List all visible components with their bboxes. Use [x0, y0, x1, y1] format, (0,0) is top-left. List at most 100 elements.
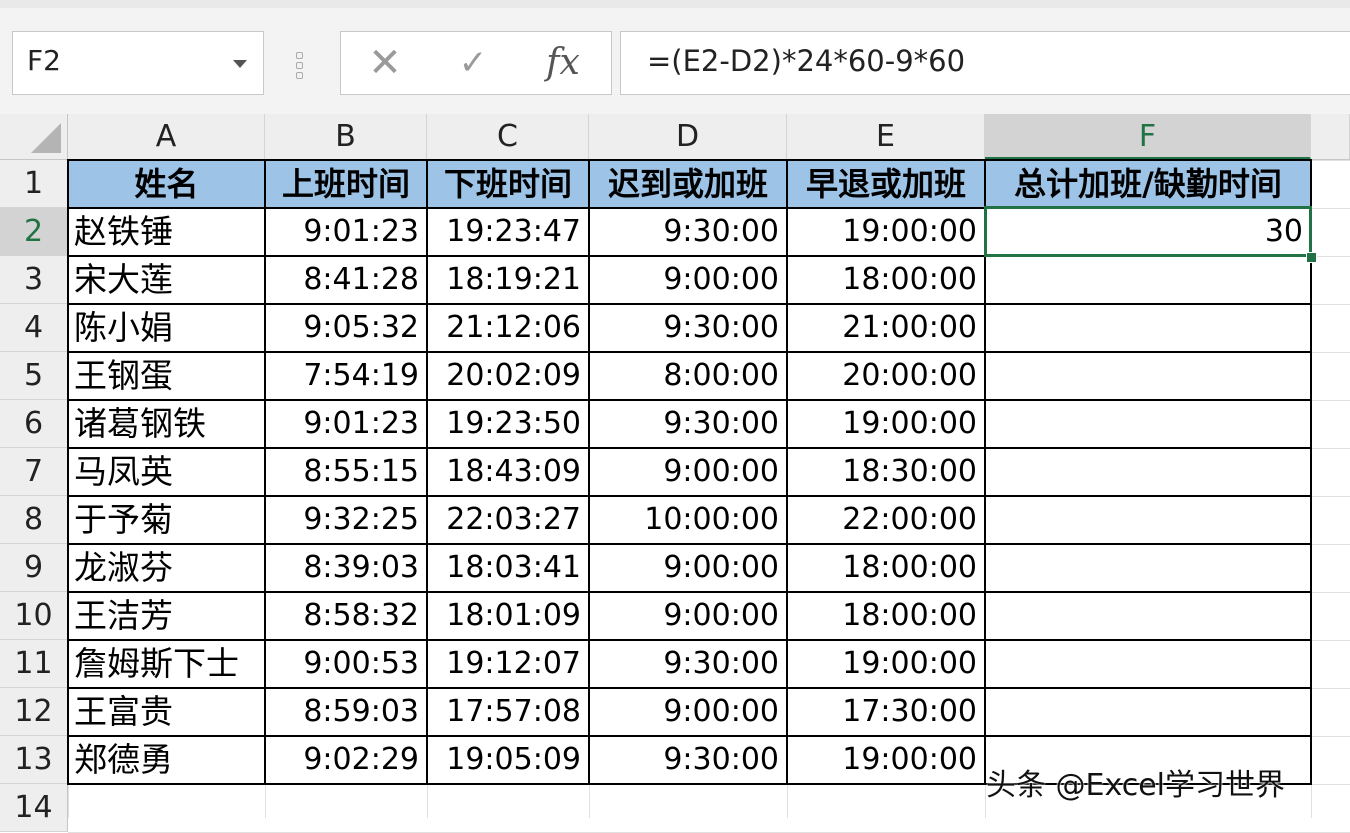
- table-cell[interactable]: 17:57:08: [427, 688, 589, 736]
- table-cell[interactable]: 9:02:29: [265, 736, 427, 784]
- row-header-6[interactable]: 6: [0, 400, 68, 448]
- chevron-down-icon[interactable]: [233, 60, 247, 68]
- table-header-cell[interactable]: 迟到或加班: [589, 160, 787, 208]
- row-header-5[interactable]: 5: [0, 352, 68, 400]
- table-cell[interactable]: 9:00:00: [589, 544, 787, 592]
- drag-handle-icon[interactable]: [294, 48, 306, 82]
- table-cell[interactable]: 9:00:00: [589, 688, 787, 736]
- name-cell[interactable]: 龙淑芬: [68, 544, 265, 592]
- table-cell[interactable]: [985, 256, 1311, 304]
- table-cell[interactable]: 18:00:00: [787, 544, 985, 592]
- row-header-11[interactable]: 11: [0, 640, 68, 688]
- fill-handle[interactable]: [1306, 252, 1317, 263]
- table-cell[interactable]: 8:41:28: [265, 256, 427, 304]
- table-cell[interactable]: [985, 688, 1311, 736]
- table-cell[interactable]: 9:00:53: [265, 640, 427, 688]
- table-cell[interactable]: 9:30:00: [589, 304, 787, 352]
- table-cell[interactable]: [985, 448, 1311, 496]
- row-header-14[interactable]: 14: [0, 784, 68, 832]
- enter-icon[interactable]: ✓: [433, 32, 513, 94]
- name-cell[interactable]: 赵铁锤: [68, 208, 265, 256]
- table-cell[interactable]: 19:00:00: [787, 400, 985, 448]
- table-cell[interactable]: 20:02:09: [427, 352, 589, 400]
- column-header-b[interactable]: B: [265, 114, 427, 160]
- table-cell[interactable]: [985, 352, 1311, 400]
- name-cell[interactable]: 陈小娟: [68, 304, 265, 352]
- table-header-cell[interactable]: 总计加班/缺勤时间: [985, 160, 1311, 208]
- column-header-a[interactable]: A: [68, 114, 265, 160]
- table-cell[interactable]: 9:30:00: [589, 400, 787, 448]
- table-cell[interactable]: 18:43:09: [427, 448, 589, 496]
- table-cell[interactable]: 9:01:23: [265, 208, 427, 256]
- table-cell[interactable]: 22:00:00: [787, 496, 985, 544]
- table-cell[interactable]: 18:19:21: [427, 256, 589, 304]
- table-cell[interactable]: 18:30:00: [787, 448, 985, 496]
- table-cell[interactable]: 19:23:47: [427, 208, 589, 256]
- column-header-c[interactable]: C: [427, 114, 589, 160]
- table-cell[interactable]: [985, 544, 1311, 592]
- table-cell[interactable]: 10:00:00: [589, 496, 787, 544]
- select-all-icon[interactable]: [31, 123, 61, 153]
- table-cell[interactable]: 21:00:00: [787, 304, 985, 352]
- row-header-8[interactable]: 8: [0, 496, 68, 544]
- name-cell[interactable]: 诸葛钢铁: [68, 400, 265, 448]
- table-cell[interactable]: 19:23:50: [427, 400, 589, 448]
- row-header-7[interactable]: 7: [0, 448, 68, 496]
- table-cell[interactable]: 8:59:03: [265, 688, 427, 736]
- table-cell[interactable]: [985, 640, 1311, 688]
- table-header-cell[interactable]: 姓名: [68, 160, 265, 208]
- table-cell[interactable]: [985, 592, 1311, 640]
- name-cell[interactable]: 郑德勇: [68, 736, 265, 784]
- table-cell[interactable]: 9:00:00: [589, 448, 787, 496]
- table-cell[interactable]: 22:03:27: [427, 496, 589, 544]
- table-header-cell[interactable]: 下班时间: [427, 160, 589, 208]
- row-header-10[interactable]: 10: [0, 592, 68, 640]
- table-header-cell[interactable]: 上班时间: [265, 160, 427, 208]
- table-cell[interactable]: [985, 304, 1311, 352]
- table-cell[interactable]: 9:00:00: [589, 256, 787, 304]
- table-cell[interactable]: 19:00:00: [787, 736, 985, 784]
- name-cell[interactable]: 于予菊: [68, 496, 265, 544]
- table-cell[interactable]: 20:00:00: [787, 352, 985, 400]
- row-header-2[interactable]: 2: [0, 208, 68, 256]
- table-cell[interactable]: 9:30:00: [589, 208, 787, 256]
- table-cell[interactable]: 17:30:00: [787, 688, 985, 736]
- row-header-9[interactable]: 9: [0, 544, 68, 592]
- table-header-cell[interactable]: 早退或加班: [787, 160, 985, 208]
- name-cell[interactable]: 詹姆斯下士: [68, 640, 265, 688]
- table-cell[interactable]: [985, 400, 1311, 448]
- table-cell[interactable]: 8:55:15: [265, 448, 427, 496]
- table-cell[interactable]: 19:05:09: [427, 736, 589, 784]
- table-cell[interactable]: 8:58:32: [265, 592, 427, 640]
- table-cell[interactable]: 9:05:32: [265, 304, 427, 352]
- name-cell[interactable]: 王洁芳: [68, 592, 265, 640]
- table-cell[interactable]: 9:30:00: [589, 736, 787, 784]
- name-cell[interactable]: 宋大莲: [68, 256, 265, 304]
- table-cell[interactable]: 19:00:00: [787, 208, 985, 256]
- table-cell[interactable]: 7:54:19: [265, 352, 427, 400]
- table-cell[interactable]: 9:00:00: [589, 592, 787, 640]
- column-header-f[interactable]: F: [985, 114, 1311, 160]
- column-header-e[interactable]: E: [787, 114, 985, 160]
- row-header-3[interactable]: 3: [0, 256, 68, 304]
- select-all-corner[interactable]: [0, 114, 68, 160]
- name-cell[interactable]: 马凤英: [68, 448, 265, 496]
- table-cell[interactable]: 18:00:00: [787, 592, 985, 640]
- column-header-d[interactable]: D: [589, 114, 787, 160]
- table-cell[interactable]: [985, 496, 1311, 544]
- row-header-13[interactable]: 13: [0, 736, 68, 784]
- table-cell[interactable]: 8:39:03: [265, 544, 427, 592]
- table-cell[interactable]: 18:00:00: [787, 256, 985, 304]
- name-box[interactable]: F2: [12, 31, 264, 95]
- name-cell[interactable]: 王富贵: [68, 688, 265, 736]
- name-cell[interactable]: 王钢蛋: [68, 352, 265, 400]
- table-cell[interactable]: 18:01:09: [427, 592, 589, 640]
- row-header-12[interactable]: 12: [0, 688, 68, 736]
- table-cell[interactable]: 9:01:23: [265, 400, 427, 448]
- formula-input[interactable]: =(E2-D2)*24*60-9*60: [620, 31, 1350, 95]
- cancel-icon[interactable]: ✕: [345, 32, 425, 94]
- table-cell[interactable]: 19:12:07: [427, 640, 589, 688]
- row-header-1[interactable]: 1: [0, 160, 68, 208]
- table-cell[interactable]: 19:00:00: [787, 640, 985, 688]
- table-cell[interactable]: 21:12:06: [427, 304, 589, 352]
